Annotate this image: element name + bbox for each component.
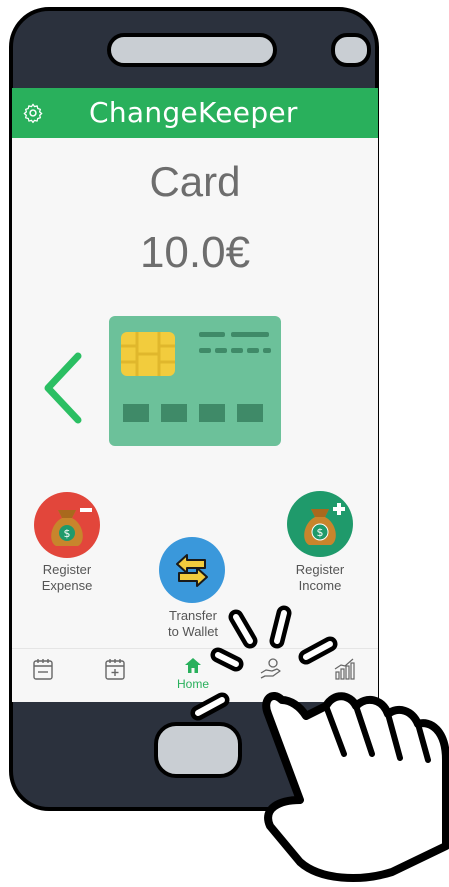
pointing-hand-icon (190, 605, 449, 882)
